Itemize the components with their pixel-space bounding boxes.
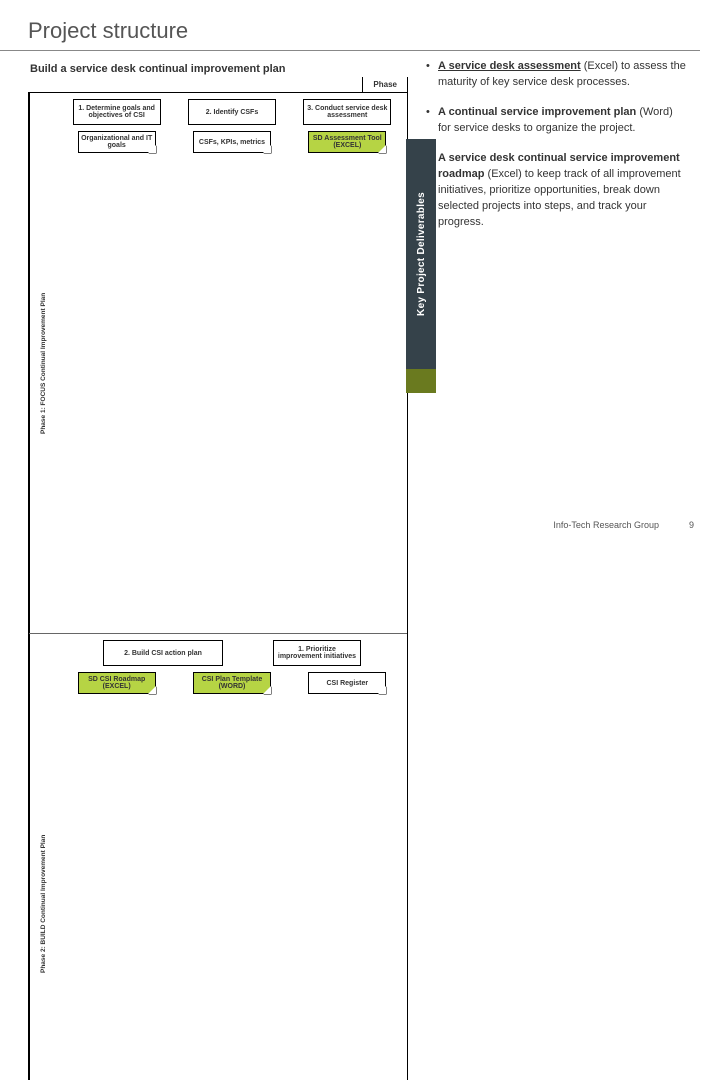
key-deliverables-cap bbox=[406, 369, 436, 393]
phase-1-label: Phase 1: FOCUS Continual Improvement Pla… bbox=[29, 93, 57, 633]
bullet-icon: • bbox=[426, 59, 438, 91]
step-box: 1. Determine goals and objectives of CSI bbox=[73, 99, 161, 125]
process-grid: Phase 1: FOCUS Continual Improvement Pla… bbox=[28, 92, 408, 1080]
step-box: 2. Build CSI action plan bbox=[103, 640, 223, 666]
deliverable-box: CSI Register bbox=[308, 672, 386, 694]
key-deliverables-label: Key Project Deliverables bbox=[416, 192, 427, 316]
slide-title: Project structure bbox=[0, 0, 700, 51]
deliverable-box: Organizational and IT goals bbox=[78, 131, 156, 153]
list-item: • A service desk continual service impro… bbox=[426, 151, 688, 231]
phase-2-label: Phase 2: BUILD Continual Improvement Pla… bbox=[29, 634, 57, 1080]
footer: Info-Tech Research Group 9 bbox=[553, 520, 694, 530]
deliverable-box: SD CSI Roadmap (EXCEL) bbox=[78, 672, 156, 694]
footer-org: Info-Tech Research Group bbox=[553, 520, 659, 530]
diagram-area: Build a service desk continual improveme… bbox=[28, 59, 408, 1080]
step-box: 1. Prioritize improvement initiatives bbox=[273, 640, 361, 666]
phase-row-1: Phase 1: FOCUS Continual Improvement Pla… bbox=[29, 93, 407, 634]
bullet-icon: • bbox=[426, 105, 438, 137]
deliverable-box: CSI Plan Template (WORD) bbox=[193, 672, 271, 694]
bullet-list: • A service desk assessment (Excel) to a… bbox=[408, 59, 688, 1080]
list-item: • A continual service improvement plan (… bbox=[426, 105, 688, 137]
step-box: 3. Conduct service desk assessment bbox=[303, 99, 391, 125]
phase-column-header: Phase bbox=[362, 77, 408, 92]
phase-row-2: Phase 2: BUILD Continual Improvement Pla… bbox=[29, 634, 407, 1080]
key-deliverables-strip: Key Project Deliverables bbox=[406, 139, 436, 369]
list-item: • A service desk assessment (Excel) to a… bbox=[426, 59, 688, 91]
diagram-heading: Build a service desk continual improveme… bbox=[30, 63, 408, 75]
step-box: 2. Identify CSFs bbox=[188, 99, 276, 125]
deliverable-box: CSFs, KPIs, metrics bbox=[193, 131, 271, 153]
deliverable-box: SD Assessment Tool (EXCEL) bbox=[308, 131, 386, 153]
page-number: 9 bbox=[689, 520, 694, 530]
